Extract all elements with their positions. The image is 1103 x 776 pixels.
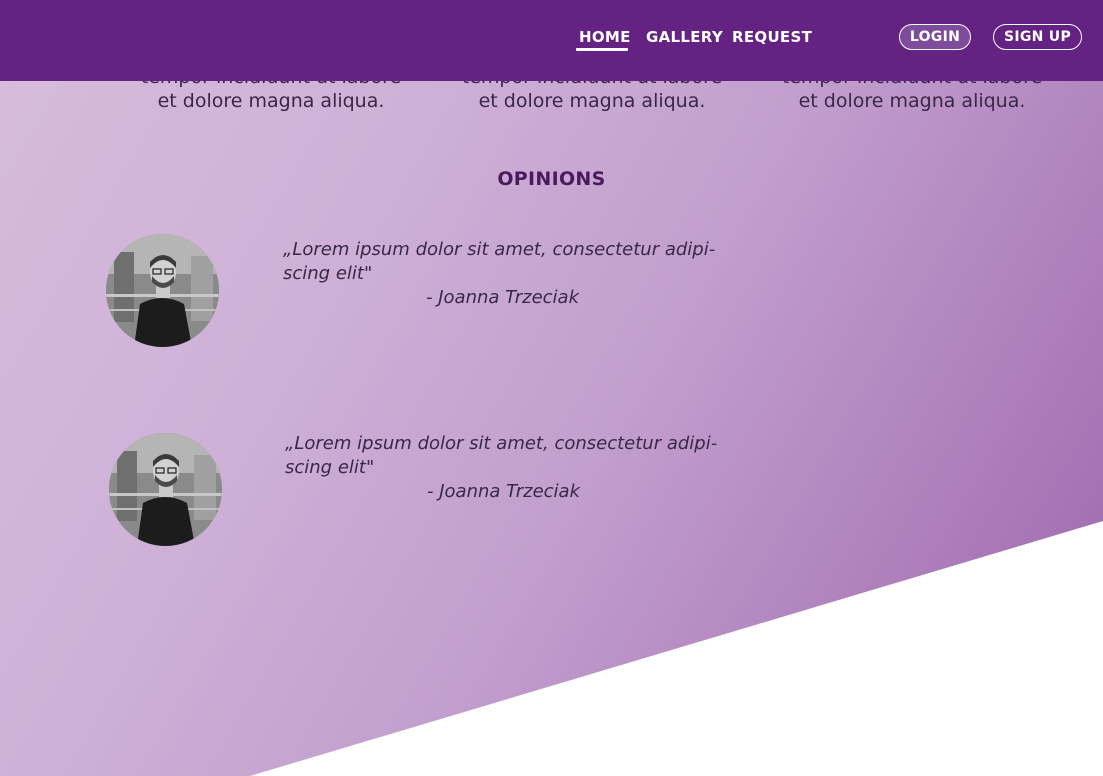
opinion-author: - Joanna Trzeciak — [427, 481, 581, 502]
opinion-author: - Joanna Trzeciak — [426, 287, 580, 308]
opinion-quote: „Lorem ipsum dolor sit amet, consectetur… — [283, 239, 716, 284]
opinion-quote: „Lorem ipsum dolor sit amet, consectetur… — [285, 433, 718, 478]
feature-text-line: et dolore magna aliqua. — [478, 90, 706, 112]
nav-link-request[interactable]: REQUEST — [732, 27, 812, 47]
opinions-heading: OPINIONS — [497, 168, 606, 190]
avatar — [106, 234, 219, 347]
active-nav-indicator — [576, 48, 628, 51]
signup-button[interactable]: SIGN UP — [993, 24, 1082, 50]
page-background — [0, 0, 1103, 776]
nav-link-home[interactable]: HOME — [579, 27, 631, 47]
nav-link-gallery[interactable]: GALLERY — [646, 27, 723, 47]
person-photo-icon — [106, 234, 219, 347]
avatar — [109, 433, 222, 546]
login-button[interactable]: LOGIN — [899, 24, 971, 50]
feature-text-line: et dolore magna aliqua. — [798, 90, 1026, 112]
person-photo-icon — [109, 433, 222, 546]
feature-text-line: et dolore magna aliqua. — [157, 90, 385, 112]
top-navbar: HOME GALLERY REQUEST LOGIN SIGN UP — [0, 0, 1103, 81]
